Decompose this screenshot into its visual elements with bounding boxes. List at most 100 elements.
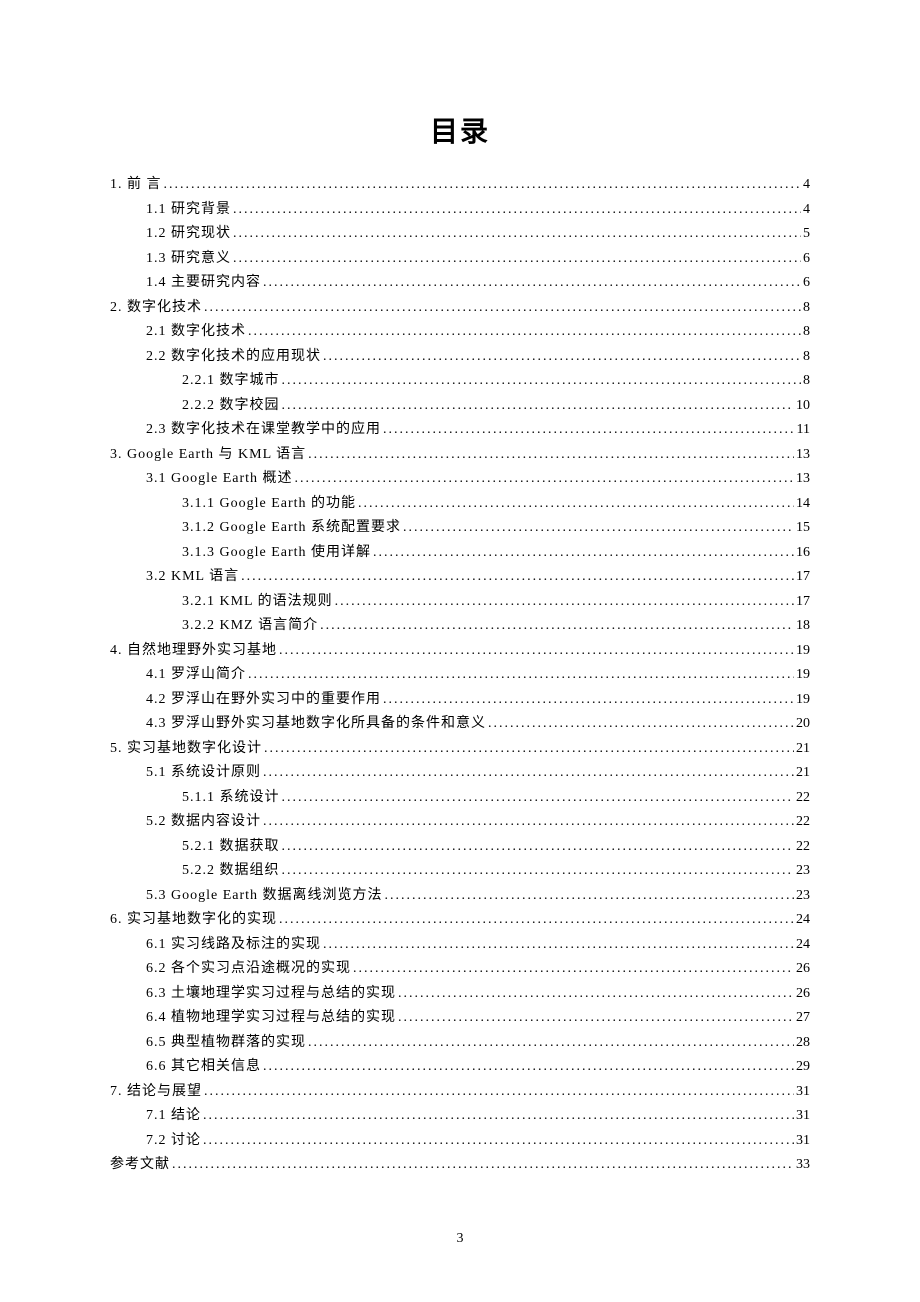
toc-entry-page: 26 xyxy=(796,962,810,976)
toc-entry-label: 6.4 植物地理学实习过程与总结的实现 xyxy=(146,1011,396,1025)
toc-entry-page: 11 xyxy=(797,423,810,437)
toc-entry-label: 3. Google Earth 与 KML 语言 xyxy=(110,448,306,462)
toc-entry-label: 3.2.2 KMZ 语言简介 xyxy=(182,619,318,633)
toc-leader-dots xyxy=(282,399,795,413)
toc-entry-label: 1.3 研究意义 xyxy=(146,252,231,266)
toc-entry-label: 2.2 数字化技术的应用现状 xyxy=(146,350,321,364)
toc-entry-label: 4.3 罗浮山野外实习基地数字化所具备的条件和意义 xyxy=(146,717,486,731)
toc-leader-dots xyxy=(308,1036,794,1050)
toc-entry-page: 14 xyxy=(796,497,810,511)
toc-entry: 2.2.2 数字校园10 xyxy=(110,399,810,413)
toc-entry-page: 15 xyxy=(796,521,810,535)
toc-entry-page: 29 xyxy=(796,1060,810,1074)
toc-list: 1. 前 言41.1 研究背景41.2 研究现状51.3 研究意义61.4 主要… xyxy=(110,178,810,1172)
toc-entry: 4. 自然地理野外实习基地19 xyxy=(110,644,810,658)
toc-entry-label: 5.2 数据内容设计 xyxy=(146,815,261,829)
toc-entry-page: 22 xyxy=(796,791,810,805)
toc-entry-page: 22 xyxy=(796,815,810,829)
toc-leader-dots xyxy=(308,448,794,462)
toc-entry-page: 23 xyxy=(796,889,810,903)
toc-entry: 3.2.1 KML 的语法规则 17 xyxy=(110,595,810,609)
toc-leader-dots xyxy=(203,1134,794,1148)
toc-entry: 3.1.2 Google Earth 系统配置要求 15 xyxy=(110,521,810,535)
toc-entry-page: 19 xyxy=(796,693,810,707)
toc-entry: 3.1.1 Google Earth 的功能 14 xyxy=(110,497,810,511)
toc-leader-dots xyxy=(358,497,794,511)
toc-entry-label: 4.2 罗浮山在野外实习中的重要作用 xyxy=(146,693,381,707)
toc-entry-label: 1.2 研究现状 xyxy=(146,227,231,241)
toc-leader-dots xyxy=(263,1060,794,1074)
toc-entry-page: 18 xyxy=(796,619,810,633)
toc-leader-dots xyxy=(279,644,794,658)
toc-entry: 4.3 罗浮山野外实习基地数字化所具备的条件和意义20 xyxy=(110,717,810,731)
toc-leader-dots xyxy=(335,595,794,609)
toc-leader-dots xyxy=(172,1158,794,1172)
toc-entry-page: 17 xyxy=(796,570,810,584)
toc-entry-label: 6.3 土壤地理学实习过程与总结的实现 xyxy=(146,987,396,1001)
toc-entry-label: 7.2 讨论 xyxy=(146,1134,201,1148)
toc-entry-page: 23 xyxy=(796,864,810,878)
document-page: 目录 1. 前 言41.1 研究背景41.2 研究现状51.3 研究意义61.4… xyxy=(0,0,920,1172)
toc-leader-dots xyxy=(320,619,794,633)
toc-leader-dots xyxy=(279,913,794,927)
toc-entry-page: 8 xyxy=(803,350,810,364)
toc-entry-label: 6.5 典型植物群落的实现 xyxy=(146,1036,306,1050)
toc-leader-dots xyxy=(383,693,794,707)
toc-entry-label: 3.2.1 KML 的语法规则 xyxy=(182,595,333,609)
toc-leader-dots xyxy=(282,791,795,805)
toc-entry: 6.1 实习线路及标注的实现 24 xyxy=(110,938,810,952)
toc-entry-page: 33 xyxy=(796,1158,810,1172)
toc-entry-label: 4.1 罗浮山简介 xyxy=(146,668,246,682)
toc-leader-dots xyxy=(385,889,794,903)
toc-entry-label: 3.1.1 Google Earth 的功能 xyxy=(182,497,356,511)
toc-entry-page: 31 xyxy=(796,1134,810,1148)
toc-entry-page: 19 xyxy=(796,644,810,658)
toc-entry: 5.2.1 数据获取22 xyxy=(110,840,810,854)
toc-entry-page: 8 xyxy=(803,374,810,388)
toc-entry-label: 6.6 其它相关信息 xyxy=(146,1060,261,1074)
toc-entry: 4.2 罗浮山在野外实习中的重要作用 19 xyxy=(110,693,810,707)
toc-entry-label: 3.2 KML 语言 xyxy=(146,570,239,584)
toc-entry: 1. 前 言4 xyxy=(110,178,810,192)
toc-entry-page: 28 xyxy=(796,1036,810,1050)
toc-entry-label: 2. 数字化技术 xyxy=(110,301,202,315)
toc-entry: 1.3 研究意义6 xyxy=(110,252,810,266)
toc-entry-page: 10 xyxy=(796,399,810,413)
toc-leader-dots xyxy=(282,374,802,388)
toc-entry: 3.2.2 KMZ 语言简介 18 xyxy=(110,619,810,633)
toc-title: 目录 xyxy=(110,110,810,150)
toc-leader-dots xyxy=(323,350,801,364)
toc-entry-label: 2.2.1 数字城市 xyxy=(182,374,280,388)
toc-leader-dots xyxy=(488,717,794,731)
toc-entry-label: 5.2.1 数据获取 xyxy=(182,840,280,854)
toc-entry: 7. 结论与展望31 xyxy=(110,1085,810,1099)
toc-entry: 5.3 Google Earth 数据离线浏览方法23 xyxy=(110,889,810,903)
page-number: 3 xyxy=(0,1231,920,1247)
toc-leader-dots xyxy=(204,1085,794,1099)
toc-entry-label: 5.2.2 数据组织 xyxy=(182,864,280,878)
toc-entry: 1.1 研究背景4 xyxy=(110,203,810,217)
toc-leader-dots xyxy=(203,1109,794,1123)
toc-leader-dots xyxy=(248,325,801,339)
toc-leader-dots xyxy=(264,742,794,756)
toc-entry: 3.1 Google Earth 概述 13 xyxy=(110,472,810,486)
toc-leader-dots xyxy=(233,227,801,241)
toc-leader-dots xyxy=(233,203,801,217)
toc-leader-dots xyxy=(398,987,794,1001)
toc-entry: 6.3 土壤地理学实习过程与总结的实现26 xyxy=(110,987,810,1001)
toc-entry-label: 5. 实习基地数字化设计 xyxy=(110,742,262,756)
toc-entry-page: 17 xyxy=(796,595,810,609)
toc-entry: 2.2 数字化技术的应用现状 8 xyxy=(110,350,810,364)
toc-leader-dots xyxy=(263,766,794,780)
toc-entry: 5. 实习基地数字化设计21 xyxy=(110,742,810,756)
toc-entry-label: 3.1 Google Earth 概述 xyxy=(146,472,293,486)
toc-entry: 2.2.1 数字城市 8 xyxy=(110,374,810,388)
toc-entry: 5.1.1 系统设计22 xyxy=(110,791,810,805)
toc-entry-label: 2.1 数字化技术 xyxy=(146,325,246,339)
toc-entry-label: 6.1 实习线路及标注的实现 xyxy=(146,938,321,952)
toc-entry: 4.1 罗浮山简介19 xyxy=(110,668,810,682)
toc-entry-label: 6. 实习基地数字化的实现 xyxy=(110,913,277,927)
toc-entry-page: 24 xyxy=(796,938,810,952)
toc-entry-label: 7.1 结论 xyxy=(146,1109,201,1123)
toc-entry-page: 4 xyxy=(803,178,810,192)
